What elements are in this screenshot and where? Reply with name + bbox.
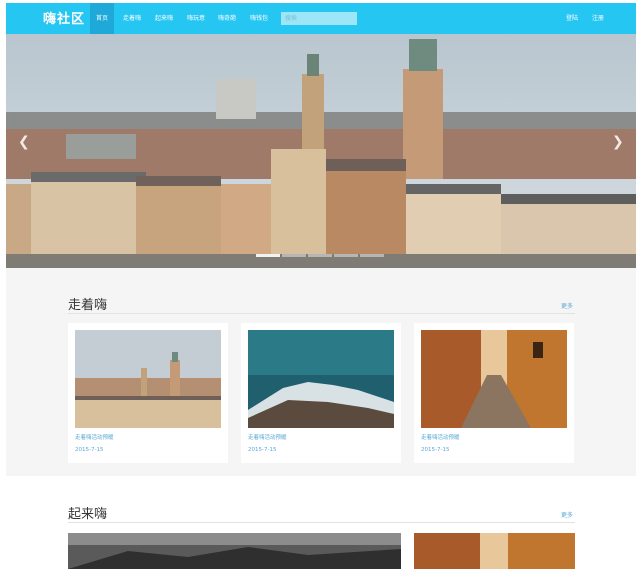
carousel-indicator[interactable] (256, 254, 280, 257)
nav-item-haiqianbao[interactable]: 嗨钱包 (245, 3, 273, 34)
card-title[interactable]: 走着嗨活动预暖 (75, 433, 114, 441)
card-image[interactable] (248, 330, 394, 428)
chevron-right-icon[interactable]: ❯ (612, 134, 624, 150)
carousel-indicator[interactable] (282, 254, 306, 257)
brand-logo[interactable]: 嗨社区 (43, 8, 85, 27)
top-navbar: 嗨社区 首页 走着嗨 起来嗨 嗨玩意 嗨奇葩 嗨钱包 搜索 登陆 注册 (6, 3, 636, 34)
carousel-indicator[interactable] (334, 254, 358, 257)
feature-image[interactable] (414, 533, 575, 569)
card[interactable]: 走着嗨活动预暖 2015-7-15 (414, 323, 574, 463)
card-date: 2015-7-15 (248, 447, 277, 453)
carousel-indicator[interactable] (308, 254, 332, 257)
nav-item-haiwanyi[interactable]: 嗨玩意 (182, 3, 210, 34)
search-input[interactable]: 搜索 (281, 12, 357, 25)
more-link[interactable]: 更多 (561, 301, 573, 310)
feature-image[interactable] (68, 533, 401, 569)
carousel-indicators (256, 254, 386, 257)
hero-city-image (6, 34, 636, 268)
register-link[interactable]: 注册 (592, 3, 604, 34)
card[interactable]: 走着嗨活动预暖 2015-7-15 (241, 323, 401, 463)
card-title[interactable]: 走着嗨活动预暖 (248, 433, 287, 441)
card[interactable]: 走着嗨活动预暖 2015-7-15 (68, 323, 228, 463)
card-image[interactable] (421, 330, 567, 428)
card-image[interactable] (75, 330, 221, 428)
card-title[interactable]: 走着嗨活动预暖 (421, 433, 460, 441)
card-date: 2015-7-15 (421, 447, 450, 453)
card-date: 2015-7-15 (75, 447, 104, 453)
nav-item-home[interactable]: 首页 (90, 3, 114, 34)
nav-item-qilaihai[interactable]: 起来嗨 (150, 3, 178, 34)
hero-carousel[interactable]: ❮ ❯ (6, 34, 636, 268)
section-title: 走着嗨 (68, 298, 108, 313)
section-title: 起来嗨 (68, 507, 108, 522)
more-link[interactable]: 更多 (561, 510, 573, 519)
carousel-indicator[interactable] (360, 254, 384, 257)
nav-item-haiqipa[interactable]: 嗨奇葩 (213, 3, 241, 34)
login-link[interactable]: 登陆 (566, 3, 578, 34)
section-divider (68, 313, 575, 314)
section-divider (68, 522, 575, 523)
chevron-left-icon[interactable]: ❮ (18, 134, 30, 150)
nav-item-zouzhehai[interactable]: 走着嗨 (118, 3, 146, 34)
